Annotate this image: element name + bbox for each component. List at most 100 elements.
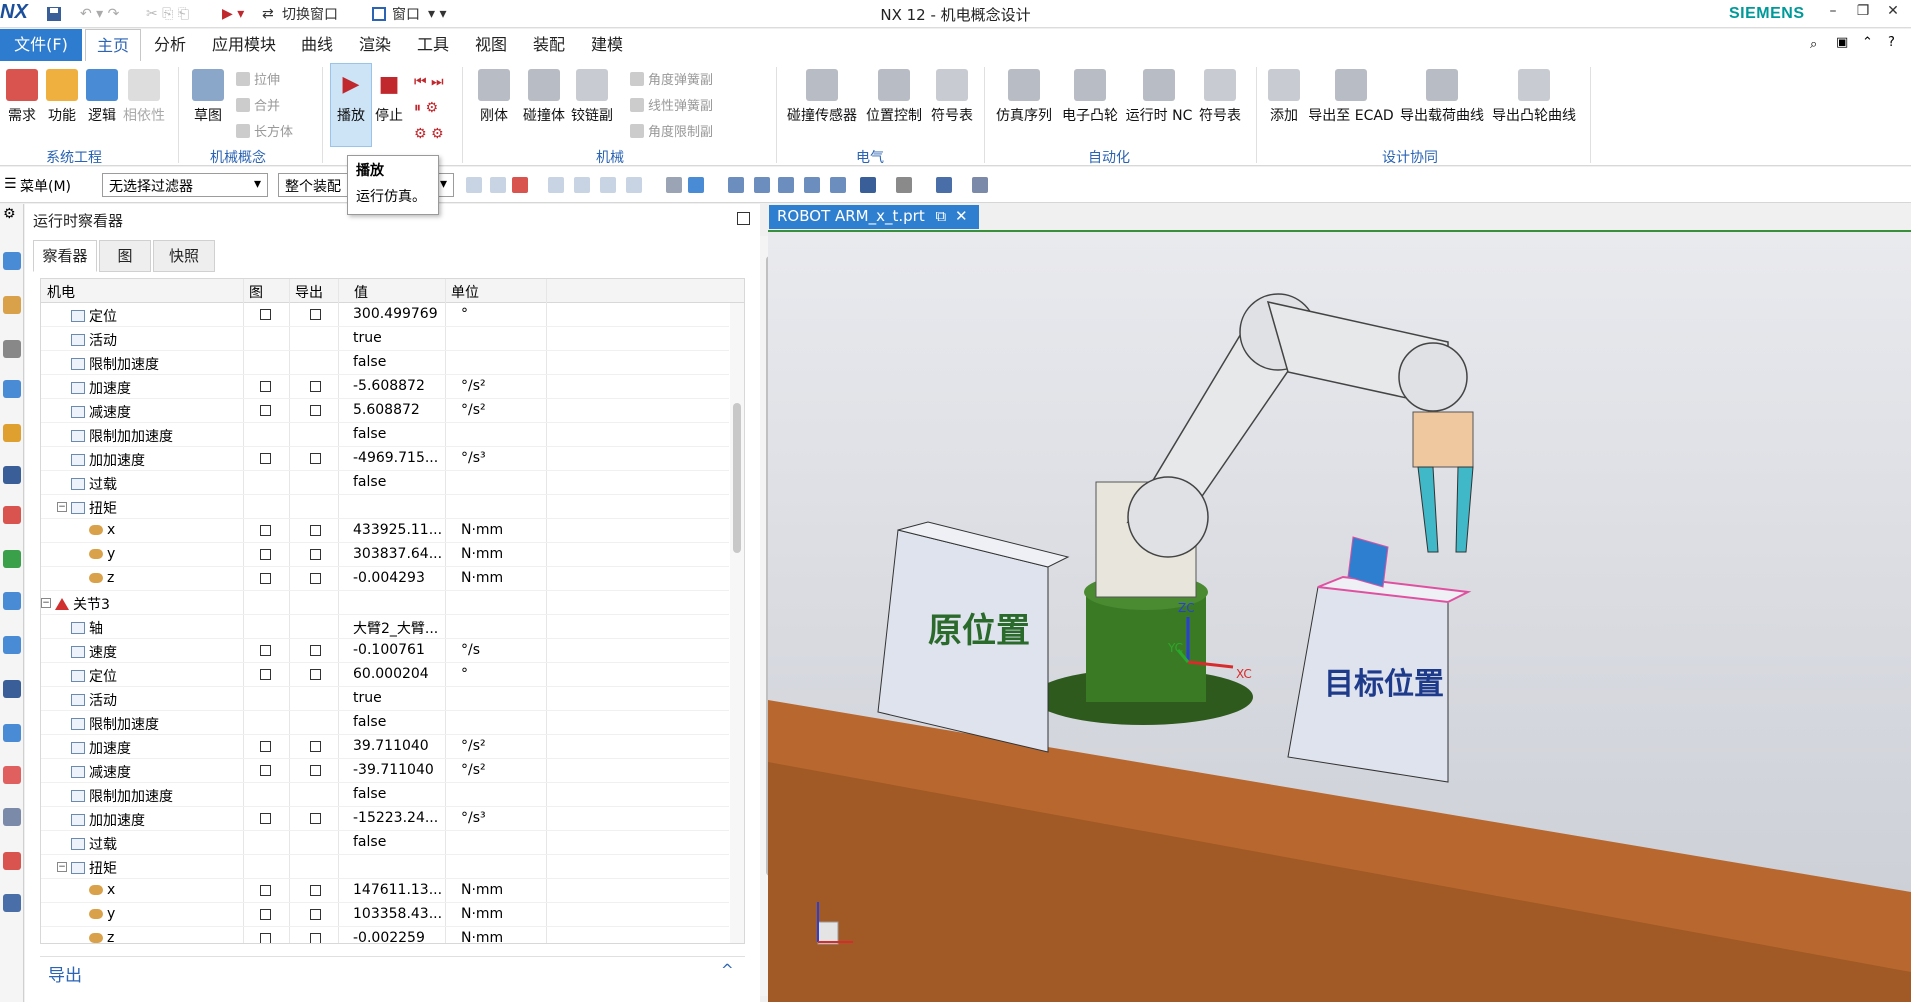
menu-icon[interactable]: ☰	[4, 176, 17, 192]
tab-graph[interactable]: 图	[99, 240, 151, 272]
dependency-button[interactable]: 相依性	[122, 69, 166, 125]
tab-assembly[interactable]: 装配	[529, 29, 569, 61]
table-row[interactable]: 速度 -0.100761 °/s	[41, 639, 729, 663]
edit-tools-icon[interactable]: ✂ ⎘ ⎗	[146, 4, 189, 24]
view-icon[interactable]	[896, 177, 912, 193]
table-row[interactable]: 加加速度 -15223.24... °/s³	[41, 807, 729, 831]
save-icon[interactable]	[46, 4, 62, 24]
table-row[interactable]: 过载 false	[41, 831, 729, 855]
play-quick-icon[interactable]: ▶ ▾	[222, 4, 244, 24]
electronic-cam-button[interactable]: 电子凸轮	[1060, 69, 1120, 125]
extrude-button[interactable]: 拉伸	[236, 69, 280, 88]
graph-checkbox[interactable]	[260, 669, 271, 680]
block-button[interactable]: 长方体	[236, 121, 293, 140]
requirements-button[interactable]: 需求	[0, 69, 44, 125]
tab-render[interactable]: 渲染	[355, 29, 395, 61]
collision-body-button[interactable]: 碰撞体	[518, 69, 570, 125]
graph-checkbox[interactable]	[260, 381, 271, 392]
graph-checkbox[interactable]	[260, 813, 271, 824]
table-row[interactable]: − 关节3	[41, 591, 729, 615]
table-row[interactable]: y 303837.64... N·mm	[41, 543, 729, 567]
table-row[interactable]: 限制加加速度 false	[41, 783, 729, 807]
table-row[interactable]: − 扭矩	[41, 495, 729, 519]
window-icon[interactable]	[372, 4, 386, 24]
tab-snapshot[interactable]: 快照	[153, 240, 215, 272]
graph-checkbox[interactable]	[260, 525, 271, 536]
graph-checkbox[interactable]	[260, 885, 271, 896]
graph-checkbox[interactable]	[260, 405, 271, 416]
graph-checkbox[interactable]	[260, 645, 271, 656]
add-button[interactable]: 添加	[1262, 69, 1306, 125]
navigator-icon[interactable]	[3, 296, 21, 314]
tab-file[interactable]: 文件(F)	[0, 29, 82, 61]
gear-icon[interactable]: ⚙	[3, 206, 16, 222]
table-row[interactable]: y 103358.43... N·mm	[41, 903, 729, 927]
snap-icon[interactable]	[512, 177, 528, 193]
snap-icon[interactable]	[548, 177, 564, 193]
graph-checkbox[interactable]	[260, 573, 271, 584]
table-row[interactable]: 活动 true	[41, 327, 729, 351]
search-icon[interactable]: ⌕	[1810, 37, 1817, 52]
tab-inspector[interactable]: 察看器	[33, 240, 97, 272]
navigator-icon[interactable]	[3, 808, 21, 826]
graph-checkbox[interactable]	[260, 453, 271, 464]
switch-window-icon[interactable]: ⇄	[262, 4, 274, 24]
graph-checkbox[interactable]	[260, 549, 271, 560]
table-row[interactable]: z -0.004293 N·mm	[41, 567, 729, 591]
navigator-icon[interactable]	[3, 592, 21, 610]
export-checkbox[interactable]	[310, 765, 321, 776]
menu-button[interactable]: 菜单(M)	[20, 176, 71, 196]
collapse-toggle-icon[interactable]: −	[41, 598, 51, 608]
symbol-table-button[interactable]: 符号表	[928, 69, 976, 125]
view-icon[interactable]	[778, 177, 794, 193]
navigator-icon[interactable]	[3, 252, 21, 270]
help-icon[interactable]: ?	[1888, 35, 1895, 50]
view-icon[interactable]	[972, 177, 988, 193]
window-panel-icon[interactable]: ▣	[1836, 35, 1848, 50]
export-checkbox[interactable]	[310, 549, 321, 560]
export-checkbox[interactable]	[310, 645, 321, 656]
view-icon[interactable]	[728, 177, 744, 193]
angular-spring-button[interactable]: 角度弹簧副	[630, 69, 713, 88]
export-checkbox[interactable]	[310, 813, 321, 824]
table-row[interactable]: 过载 false	[41, 471, 729, 495]
navigator-icon[interactable]	[3, 680, 21, 698]
navigator-icon[interactable]	[3, 894, 21, 912]
export-checkbox[interactable]	[310, 669, 321, 680]
export-checkbox[interactable]	[310, 909, 321, 920]
pin-icon[interactable]: ⧉	[936, 207, 947, 225]
graphics-viewport[interactable]: 原位置 目标位置 ZC XC YC	[768, 230, 1911, 1002]
graph-checkbox[interactable]	[260, 309, 271, 320]
navigator-icon[interactable]	[3, 550, 21, 568]
graph-checkbox[interactable]	[260, 765, 271, 776]
minimize-button[interactable]: –	[1820, 3, 1846, 25]
table-row[interactable]: 定位 60.000204 °	[41, 663, 729, 687]
selection-filter-select[interactable]: 无选择过滤器 ▾	[102, 173, 268, 197]
maximize-panel-icon[interactable]	[737, 212, 750, 225]
export-checkbox[interactable]	[310, 405, 321, 416]
view-icon[interactable]	[666, 177, 682, 193]
tab-modeling[interactable]: 建模	[587, 29, 627, 61]
tab-curve[interactable]: 曲线	[297, 29, 337, 61]
navigator-icon[interactable]	[3, 466, 21, 484]
tab-tools[interactable]: 工具	[413, 29, 453, 61]
table-row[interactable]: z -0.002259 N·mm	[41, 927, 729, 943]
restore-button[interactable]: ❐	[1850, 3, 1876, 25]
scrollbar-thumb[interactable]	[733, 403, 741, 553]
view-icon[interactable]	[936, 177, 952, 193]
linear-spring-button[interactable]: 线性弹簧副	[630, 95, 713, 114]
sim-small-controls-icon[interactable]: ⏮ ⏭ ⏸ ⚙ ⚙ ⚙	[414, 69, 444, 147]
view-icon[interactable]	[754, 177, 770, 193]
navigator-icon[interactable]	[3, 636, 21, 654]
table-row[interactable]: 限制加速度 false	[41, 351, 729, 375]
chevron-down-icon[interactable]: ▾ ▾	[428, 4, 447, 24]
function-button[interactable]: 功能	[40, 69, 84, 125]
view-icon[interactable]	[860, 177, 876, 193]
collision-sensor-button[interactable]: 碰撞传感器	[786, 69, 858, 125]
runtime-nc-button[interactable]: 运行时 NC	[1124, 69, 1194, 125]
chevron-up-icon[interactable]: ^	[721, 961, 734, 979]
export-label[interactable]: 导出	[48, 961, 82, 986]
export-checkbox[interactable]	[310, 309, 321, 320]
switch-window-button[interactable]: 切换窗口	[282, 4, 338, 24]
export-ecad-button[interactable]: 导出至 ECAD	[1306, 69, 1396, 125]
